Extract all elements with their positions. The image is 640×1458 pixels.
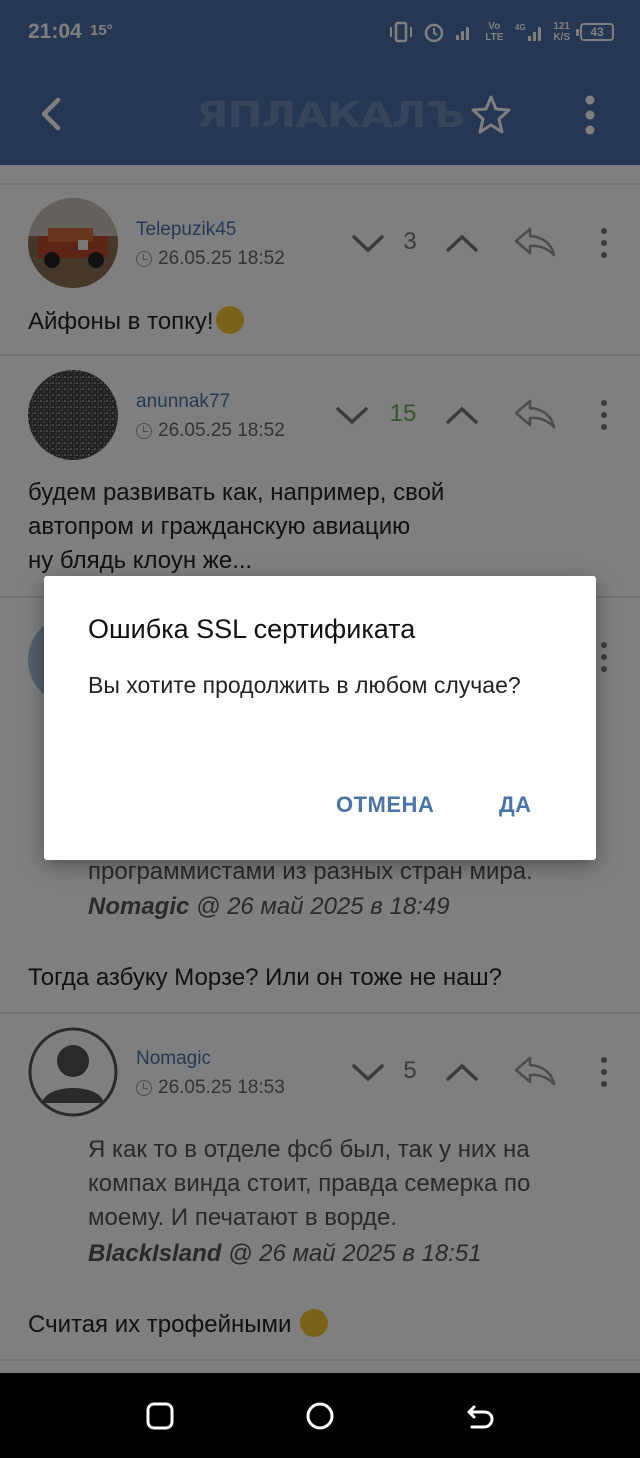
back-nav-icon[interactable] bbox=[464, 1401, 496, 1431]
system-nav-bar bbox=[0, 1373, 640, 1458]
dialog-message: Вы хотите продолжить в любом случае? bbox=[88, 672, 521, 698]
ssl-error-dialog: Ошибка SSL сертификата Вы хотите продолж… bbox=[44, 576, 596, 860]
cancel-button[interactable]: ОТМЕНА bbox=[336, 792, 434, 818]
circle-nav-icon[interactable] bbox=[304, 1401, 336, 1431]
square-nav-icon[interactable] bbox=[144, 1401, 176, 1431]
ok-button[interactable]: ДА bbox=[499, 792, 532, 818]
dialog-title: Ошибка SSL сертификата bbox=[88, 614, 416, 644]
